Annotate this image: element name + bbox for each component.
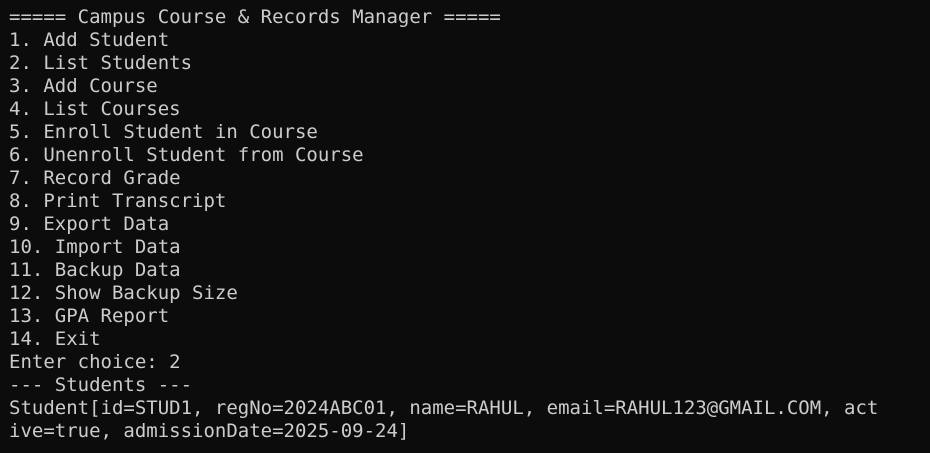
student-record-line-2: ive=true, admissionDate=2025-09-24] (9, 420, 410, 442)
menu-item-add-student: 1. Add Student (9, 29, 170, 51)
students-section-header: --- Students --- (9, 374, 193, 396)
menu-header: ===== Campus Course & Records Manager ==… (9, 6, 501, 28)
student-record-line-1: Student[id=STUD1, regNo=2024ABC01, name=… (9, 397, 879, 419)
menu-item-unenroll-student: 6. Unenroll Student from Course (9, 144, 364, 166)
menu-item-record-grade: 7. Record Grade (9, 167, 181, 189)
menu-item-enroll-student: 5. Enroll Student in Course (9, 121, 318, 143)
menu-item-list-courses: 4. List Courses (9, 98, 181, 120)
menu-item-list-students: 2. List Students (9, 52, 193, 74)
menu-item-add-course: 3. Add Course (9, 75, 158, 97)
terminal-window[interactable]: ===== Campus Course & Records Manager ==… (0, 0, 930, 453)
menu-item-backup-data: 11. Backup Data (9, 259, 181, 281)
menu-item-export-data: 9. Export Data (9, 213, 170, 235)
menu-item-show-backup-size: 12. Show Backup Size (9, 282, 238, 304)
menu-item-import-data: 10. Import Data (9, 236, 181, 258)
menu-item-print-transcript: 8. Print Transcript (9, 190, 227, 212)
choice-prompt: Enter choice: 2 (9, 351, 181, 373)
menu-item-gpa-report: 13. GPA Report (9, 305, 170, 327)
menu-item-exit: 14. Exit (9, 328, 101, 350)
